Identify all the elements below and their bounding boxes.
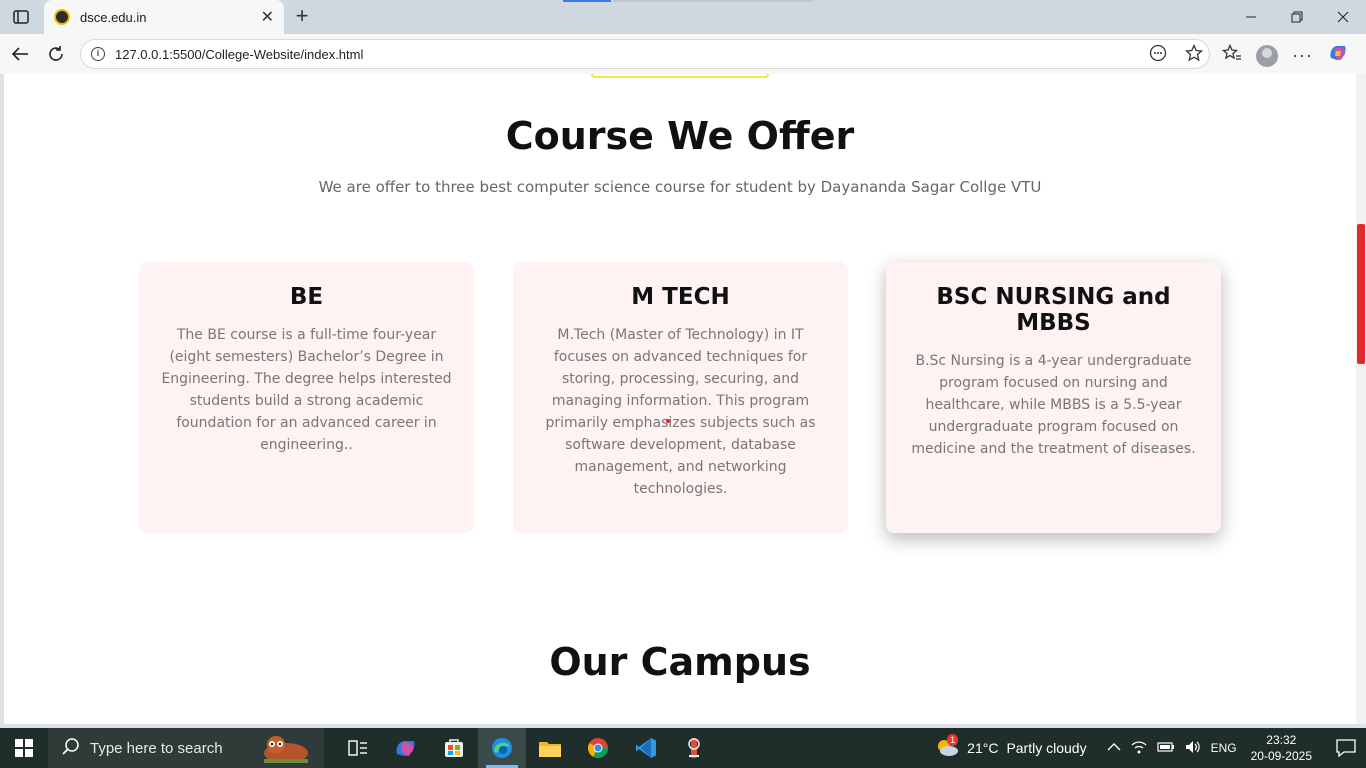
chevron-up-icon[interactable] (1107, 741, 1121, 755)
close-tab-icon[interactable]: ✕ (261, 7, 274, 27)
red-panda-illustration-icon (264, 736, 308, 763)
battery-icon[interactable] (1156, 741, 1175, 756)
copilot-icon[interactable] (1327, 42, 1349, 69)
refresh-icon[interactable] (44, 42, 68, 66)
weather-desc: Partly cloudy (1006, 740, 1087, 756)
microsoft-store-icon[interactable] (430, 728, 478, 768)
course-card-text: The BE course is a full-time four-year (… (161, 327, 452, 453)
windows-start-icon[interactable] (0, 728, 48, 768)
network-icon[interactable] (1131, 740, 1147, 757)
chrome-icon[interactable] (574, 728, 622, 768)
system-tray: 1 21°C Partly cloudy ENG 23:32 20-09-202… (935, 728, 1366, 768)
minimize-icon[interactable] (1228, 0, 1274, 34)
page-viewport: Course We Offer We are offer to three be… (4, 74, 1356, 724)
course-card-mtech[interactable]: M TECH M.Tech (Master of Technology) in … (513, 262, 848, 533)
course-card-title: BE (289, 284, 324, 310)
more-menu-icon[interactable]: ··· (1292, 45, 1313, 66)
course-card-title: M TECH (631, 284, 730, 310)
site-info-icon[interactable]: i (91, 47, 105, 61)
campus-title: Our Campus (549, 640, 811, 684)
browser-toolbar: i 127.0.0.1:5500/College-Website/index.h… (0, 34, 1366, 74)
pinned-app-icon[interactable] (670, 728, 718, 768)
site-favicon-icon (54, 9, 70, 25)
course-card-text: M.Tech (Master of Technology) in IT focu… (545, 327, 816, 497)
volume-icon[interactable] (1185, 740, 1201, 757)
clock[interactable]: 23:32 20-09-2025 (1251, 732, 1312, 764)
tab-strip-indicator (563, 0, 611, 2)
tab-bar: dsce.edu.in ✕ + (0, 0, 1366, 34)
task-view-icon[interactable] (334, 728, 382, 768)
window-controls (1228, 0, 1366, 34)
courses-subtitle: We are offer to three best computer scie… (318, 178, 1042, 196)
file-explorer-icon[interactable] (526, 728, 574, 768)
language-indicator[interactable]: ENG (1211, 741, 1237, 755)
weather-cloud-icon: 1 (935, 734, 959, 758)
edge-browser-icon[interactable] (478, 728, 526, 768)
copilot-app-icon[interactable] (382, 728, 430, 768)
url-text: 127.0.0.1:5500/College-Website/index.htm… (115, 46, 364, 62)
course-card-title: BSC NURSING and MBBS (936, 284, 1171, 336)
new-tab-button[interactable]: + (290, 4, 314, 28)
address-bar[interactable]: i 127.0.0.1:5500/College-Website/index.h… (80, 39, 1210, 69)
course-card-be[interactable]: BE The BE course is a full-time four-yea… (139, 262, 474, 533)
yellow-button-edge[interactable] (591, 74, 769, 78)
cursor-dot (666, 419, 670, 423)
notifications-icon[interactable] (1326, 739, 1366, 757)
page-scrollbar[interactable] (1356, 74, 1366, 724)
restore-icon[interactable] (1274, 0, 1320, 34)
profile-avatar[interactable] (1256, 44, 1278, 67)
search-icon (62, 737, 80, 760)
back-arrow-icon[interactable] (8, 42, 32, 66)
favorites-icon[interactable] (1221, 43, 1242, 67)
tab-strip-line (613, 0, 813, 2)
taskbar: Type here to search 1 21°C Partly cloudy… (0, 728, 1366, 768)
weather-widget[interactable]: 1 21°C Partly cloudy (935, 734, 1087, 758)
taskbar-search[interactable]: Type here to search (48, 728, 324, 768)
vscode-icon[interactable] (622, 728, 670, 768)
weather-badge: 1 (947, 734, 959, 746)
favorite-star-icon[interactable] (1184, 43, 1204, 67)
close-window-icon[interactable] (1320, 0, 1366, 34)
course-card-nursing-mbbs[interactable]: BSC NURSING and MBBS B.Sc Nursing is a 4… (886, 262, 1221, 533)
browser-tab[interactable]: dsce.edu.in ✕ (44, 0, 284, 34)
scrollbar-thumb[interactable] (1357, 224, 1365, 364)
courses-title: Course We Offer (505, 114, 855, 158)
clock-date: 20-09-2025 (1250, 749, 1312, 763)
clock-time: 23:32 (1266, 733, 1297, 747)
read-aloud-icon[interactable] (1149, 44, 1167, 67)
weather-temp: 21°C (967, 740, 999, 756)
course-card-text: B.Sc Nursing is a 4-year undergraduate p… (911, 353, 1196, 457)
search-placeholder: Type here to search (90, 739, 223, 757)
tab-title: dsce.edu.in (80, 9, 147, 25)
tab-actions-icon[interactable] (8, 5, 34, 29)
